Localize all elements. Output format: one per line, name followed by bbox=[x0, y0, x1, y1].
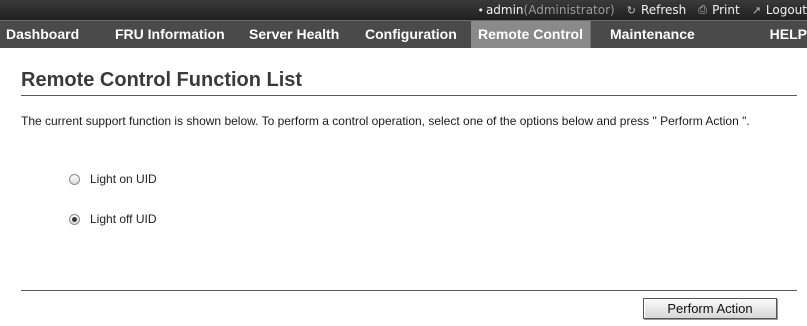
print-icon: ⎙ bbox=[698, 3, 708, 16]
divider bbox=[21, 290, 797, 291]
tab-configuration[interactable]: Configuration bbox=[365, 21, 457, 48]
refresh-label: Refresh bbox=[640, 3, 687, 17]
logout-label: Logout bbox=[765, 3, 807, 17]
tab-fru-information[interactable]: FRU Information bbox=[115, 21, 225, 48]
light-off-uid-label: Light off UID bbox=[90, 212, 157, 226]
option-light-off-uid[interactable]: Light off UID bbox=[69, 212, 156, 226]
refresh-button[interactable]: ↻ Refresh bbox=[627, 3, 687, 17]
page-title: Remote Control Function List bbox=[21, 69, 797, 96]
radio-selected-dot bbox=[72, 216, 77, 222]
top-toolbar: • admin (Administrator) ↻ Refresh ⎙ Prin… bbox=[0, 0, 807, 20]
user-role: (Administrator) bbox=[523, 3, 615, 17]
option-light-on-uid[interactable]: Light on UID bbox=[69, 172, 157, 186]
tab-help[interactable]: HELP bbox=[770, 21, 807, 48]
nav-divider bbox=[590, 21, 591, 48]
function-description: The current support function is shown be… bbox=[21, 114, 750, 128]
perform-action-button[interactable]: Perform Action bbox=[643, 298, 777, 319]
print-label: Print bbox=[712, 3, 740, 17]
logout-icon: ↗ bbox=[751, 3, 761, 17]
tab-maintenance[interactable]: Maintenance bbox=[610, 21, 695, 48]
tab-remote-control[interactable]: Remote Control bbox=[471, 21, 590, 48]
user-icon: • bbox=[477, 3, 484, 17]
logout-button[interactable]: ↗ Logout bbox=[752, 3, 807, 17]
user-name: admin bbox=[485, 3, 524, 17]
header-tools: • admin (Administrator) ↻ Refresh ⎙ Prin… bbox=[477, 0, 807, 20]
light-on-uid-radio[interactable] bbox=[69, 173, 80, 185]
light-on-uid-label: Light on UID bbox=[90, 172, 157, 186]
tab-server-health[interactable]: Server Health bbox=[249, 21, 339, 48]
user-info: • admin (Administrator) bbox=[477, 3, 614, 17]
main-content: Remote Control Function List The current… bbox=[0, 48, 807, 326]
print-button[interactable]: ⎙ Print bbox=[698, 3, 739, 17]
main-navigation: Dashboard FRU Information Server Health … bbox=[0, 20, 807, 48]
light-off-uid-radio[interactable] bbox=[69, 213, 80, 225]
tab-dashboard[interactable]: Dashboard bbox=[6, 21, 79, 48]
refresh-icon: ↻ bbox=[626, 3, 636, 17]
